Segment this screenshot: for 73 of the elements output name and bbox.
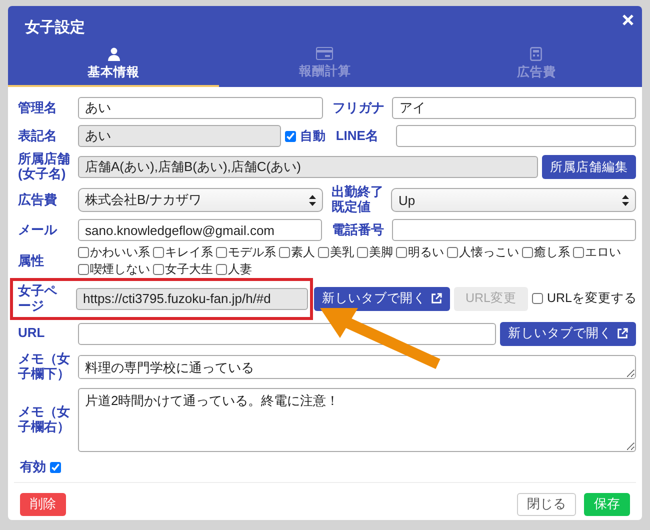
memo-field[interactable]: 片道2時間かけて通っている。終電に注意！	[78, 388, 636, 452]
checkbox[interactable]	[532, 293, 543, 304]
url-field[interactable]	[78, 322, 496, 345]
checkbox-label: かわいい系	[90, 244, 150, 261]
field-label: 出勤終了既定値	[331, 185, 384, 215]
dialog-title: 女子設定	[24, 18, 86, 38]
checkbox-label: 喫煙しない	[90, 261, 150, 278]
checkbox-label: 美乳	[330, 244, 354, 261]
checkbox[interactable]	[50, 462, 61, 474]
checkbox[interactable]	[396, 247, 407, 258]
select-field[interactable]: 株式会社B/ナカザワ	[78, 188, 323, 212]
field-label: 女子ページ	[17, 284, 58, 314]
field-label: 管理名	[17, 100, 58, 116]
open-new-tab-button[interactable]: 新しいタブで開く	[500, 322, 636, 346]
field-label: メモ（女子欄下）	[17, 352, 71, 382]
checkbox[interactable]	[78, 247, 89, 258]
external-link-icon	[431, 293, 442, 304]
checkbox-label: キレイ系	[165, 244, 213, 261]
card-icon	[316, 47, 334, 60]
checkbox-label: URLを変更する	[547, 290, 638, 308]
memo-field[interactable]: 料理の専門学校に通っている	[78, 354, 636, 379]
tab[interactable]: 基本情報	[8, 45, 220, 87]
field-label: 所属店舗(女子名)	[16, 152, 71, 182]
field-label: メール	[17, 222, 58, 238]
calculator-icon	[530, 47, 542, 61]
checkbox-label: エロい	[585, 244, 621, 261]
checkbox[interactable]	[153, 264, 164, 275]
checkbox[interactable]	[284, 130, 296, 142]
checkbox[interactable]	[216, 264, 227, 275]
open-new-tab-button[interactable]: 新しいタブで開く	[314, 286, 450, 311]
field-label: LINE名	[336, 128, 380, 144]
text-field[interactable]: sano.knowledgeflow@gmail.com	[78, 219, 322, 241]
field-label: 広告費	[16, 192, 58, 208]
text-field[interactable]	[392, 219, 636, 241]
text-field[interactable]: アイ	[392, 97, 636, 119]
field-label: 属性	[17, 254, 45, 268]
checkbox[interactable]	[573, 247, 584, 258]
external-link-icon	[617, 328, 628, 340]
field-label: URL	[17, 326, 46, 342]
checkbox[interactable]	[447, 247, 458, 258]
checkbox[interactable]	[318, 247, 329, 258]
checkbox[interactable]	[279, 247, 290, 258]
checkbox-label: 女子大生	[165, 261, 213, 278]
checkbox[interactable]	[216, 247, 227, 258]
checkbox[interactable]	[153, 247, 164, 258]
text-field[interactable]: 店舗A(あい),店舗B(あい),店舗C(あい)	[78, 156, 538, 178]
field-label: 電話番号	[332, 222, 385, 238]
delete-button[interactable]: 削除	[20, 492, 66, 516]
field-label: 表記名	[17, 128, 58, 144]
checkbox[interactable]	[78, 264, 89, 275]
checkbox-label: 人妻	[228, 261, 252, 278]
text-field[interactable]	[396, 125, 636, 147]
checkbox[interactable]	[357, 247, 368, 258]
text-field[interactable]: あい	[78, 97, 323, 119]
checkbox[interactable]	[522, 247, 533, 258]
select-field[interactable]: Up	[391, 188, 636, 212]
checkbox-label: 人懐っこい	[459, 244, 519, 261]
updown-icon	[308, 194, 316, 206]
field-label: 有効	[18, 460, 46, 476]
close-button[interactable]: 閉じる	[517, 492, 576, 516]
checkbox-label: 明るい	[408, 244, 444, 261]
updown-icon	[622, 194, 629, 206]
checkbox-label: モデル系	[228, 244, 276, 261]
field-label: フリガナ	[332, 100, 386, 116]
field-label: メモ（女子欄右）	[17, 404, 71, 435]
edit-stores-button[interactable]: 所属店舗編集	[542, 155, 636, 179]
checkbox-label: 自動	[300, 128, 326, 144]
checkbox-label: 癒し系	[534, 244, 570, 261]
close-icon[interactable]	[622, 14, 634, 26]
url-field[interactable]: https://cti3795.fuzoku-fan.jp/h/#d	[76, 288, 308, 310]
checkbox-label: 美脚	[369, 244, 393, 261]
checkbox-label: 素人	[291, 244, 315, 261]
person-icon	[106, 47, 121, 61]
